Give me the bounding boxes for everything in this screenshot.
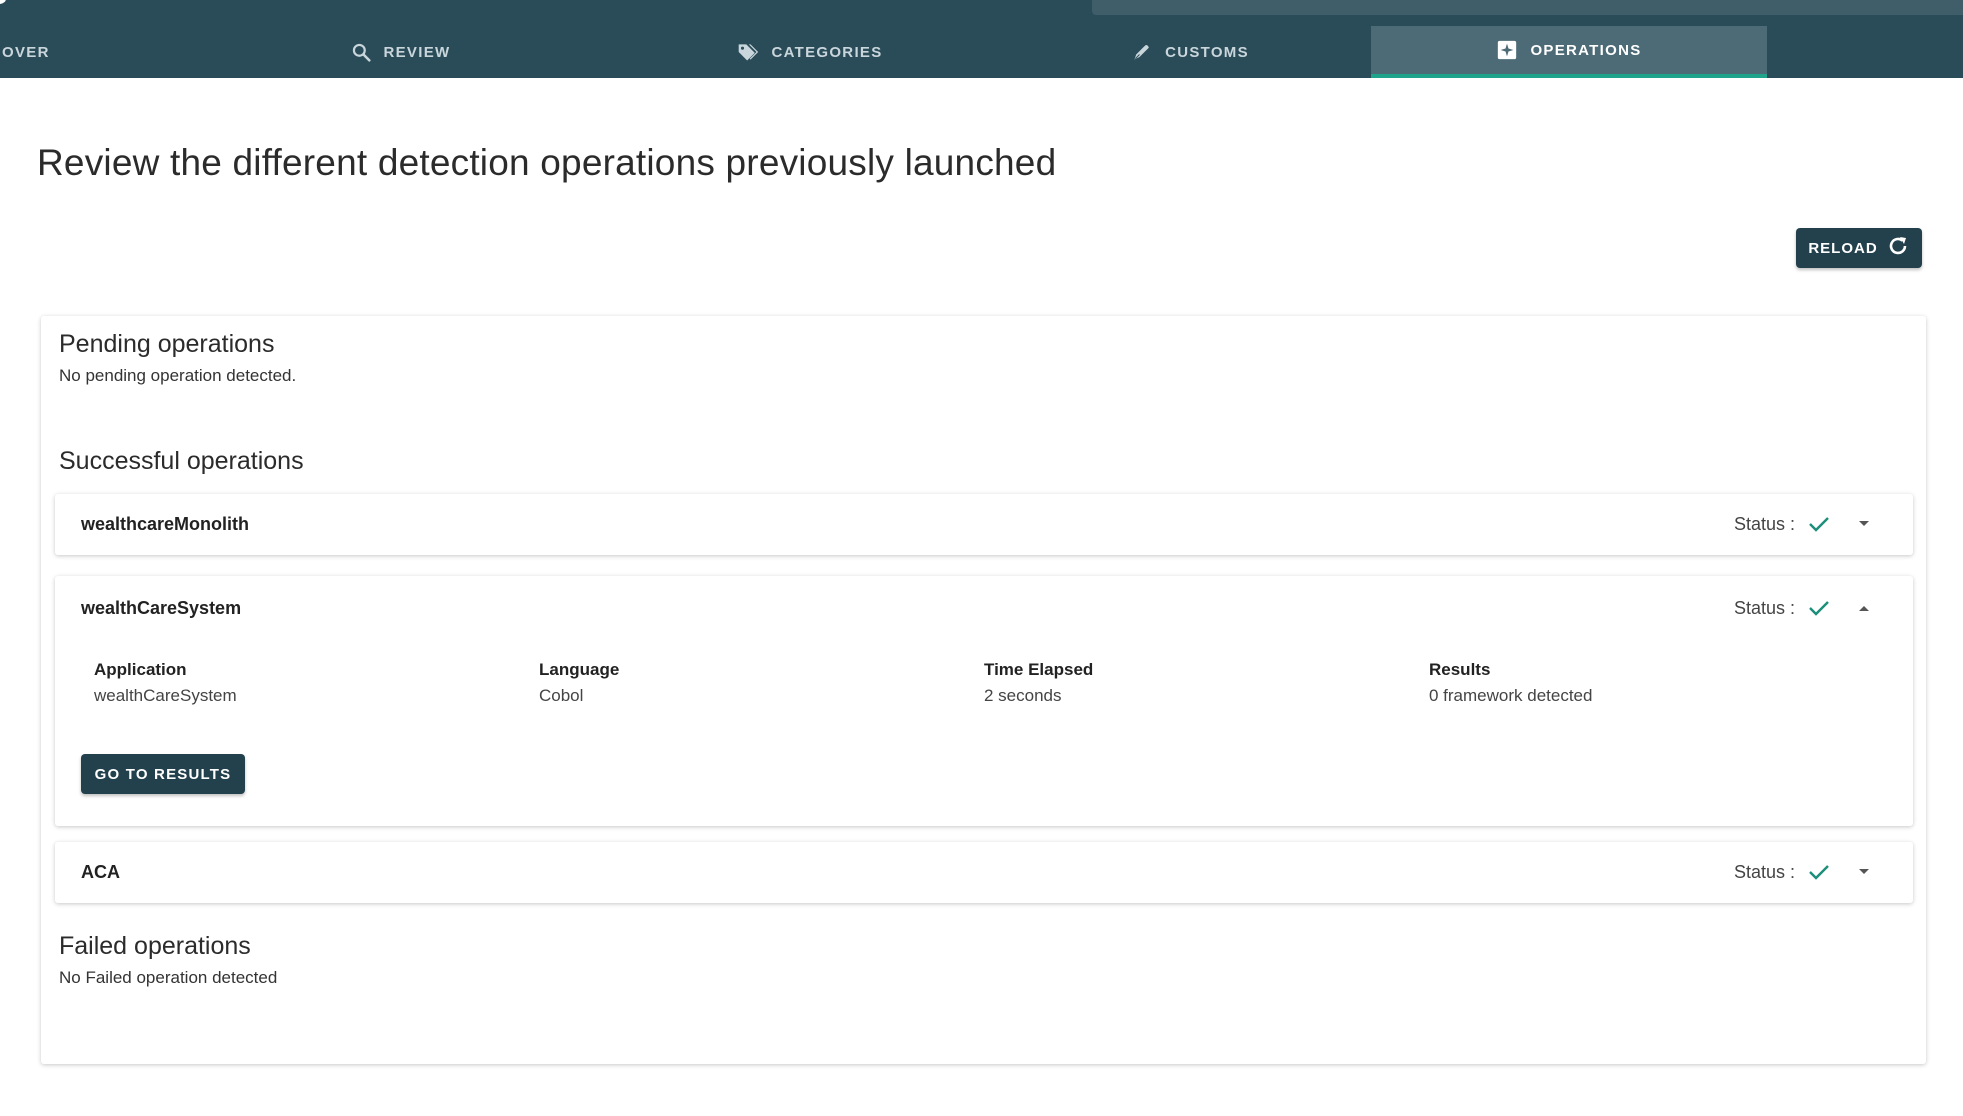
search-icon — [350, 41, 372, 63]
reload-button[interactable]: RELOAD — [1796, 228, 1922, 268]
detail-value: 2 seconds — [984, 686, 1062, 705]
detail-application: Application wealthCareSystem — [94, 660, 539, 706]
detail-value: Cobol — [539, 686, 584, 705]
operation-panel-aca[interactable]: ACA Status : — [55, 842, 1913, 903]
tags-icon — [737, 41, 759, 63]
tab-label: OPERATIONS — [1530, 41, 1642, 59]
tab-label: REVIEW — [383, 43, 451, 61]
operations-card: Pending operations No pending operation … — [41, 316, 1926, 1064]
operation-name: ACA — [81, 862, 120, 882]
detail-language: Language Cobol — [539, 660, 984, 706]
detail-results: Results 0 framework detected — [1429, 660, 1874, 706]
detail-value: 0 framework detected — [1429, 686, 1593, 705]
tab-review[interactable]: REVIEW — [290, 26, 510, 78]
check-icon — [1805, 510, 1833, 538]
check-icon — [1805, 594, 1833, 622]
failed-section-title: Failed operations — [59, 932, 251, 960]
detail-value: wealthCareSystem — [94, 686, 237, 705]
operation-name: wealthcareMonolith — [81, 514, 250, 534]
tab-label: CATEGORIES — [771, 43, 883, 61]
failed-message: No Failed operation detected — [59, 968, 278, 987]
operation-status: Status : — [1734, 858, 1879, 886]
operation-details: Application wealthCareSystem Language Co… — [94, 660, 1874, 706]
detail-label: Language — [539, 660, 620, 679]
pen-icon — [1131, 41, 1153, 63]
detail-time-elapsed: Time Elapsed 2 seconds — [984, 660, 1429, 706]
detail-label: Application — [94, 660, 187, 679]
successful-section-title: Successful operations — [59, 447, 304, 475]
operation-status: Status : — [1734, 594, 1879, 622]
check-icon — [1805, 858, 1833, 886]
logo-fragment — [0, 0, 6, 4]
reload-button-label: RELOAD — [1808, 239, 1878, 257]
status-label: Status : — [1733, 597, 1795, 618]
tab-discover[interactable]: OVER — [0, 26, 60, 78]
go-to-results-button[interactable]: GO TO RESULTS — [81, 754, 245, 794]
collapse-chevron-icon[interactable] — [1849, 594, 1879, 622]
expand-chevron-icon[interactable] — [1849, 858, 1879, 886]
detail-label: Results — [1429, 660, 1491, 679]
pending-message: No pending operation detected. — [59, 366, 297, 385]
top-search-strip — [1092, 0, 1963, 15]
tab-categories[interactable]: CATEGORIES — [680, 26, 940, 78]
operation-name: wealthCareSystem — [81, 598, 242, 618]
page-title: Review the different detection operation… — [37, 142, 1057, 183]
detail-label: Time Elapsed — [984, 660, 1094, 679]
refresh-icon — [1886, 234, 1910, 262]
plus-box-icon — [1496, 39, 1518, 61]
tab-customs[interactable]: CUSTOMS — [1080, 26, 1300, 78]
status-label: Status : — [1733, 861, 1795, 882]
expand-chevron-icon[interactable] — [1849, 510, 1879, 538]
tab-operations[interactable]: OPERATIONS — [1371, 26, 1767, 78]
operation-panel-wealthcareMonolith[interactable]: wealthcareMonolith Status : — [55, 494, 1913, 555]
operation-status: Status : — [1734, 510, 1879, 538]
tab-label: CUSTOMS — [1165, 43, 1249, 61]
operation-panel-wealthCareSystem[interactable]: wealthCareSystem Status : Application we… — [55, 576, 1913, 826]
top-nav-bar: OVER REVIEW CATEGORIES CUSTOMS OPERATION… — [0, 0, 1963, 78]
status-label: Status : — [1733, 513, 1795, 534]
pending-section-title: Pending operations — [59, 330, 275, 358]
tab-label: OVER — [2, 43, 50, 61]
